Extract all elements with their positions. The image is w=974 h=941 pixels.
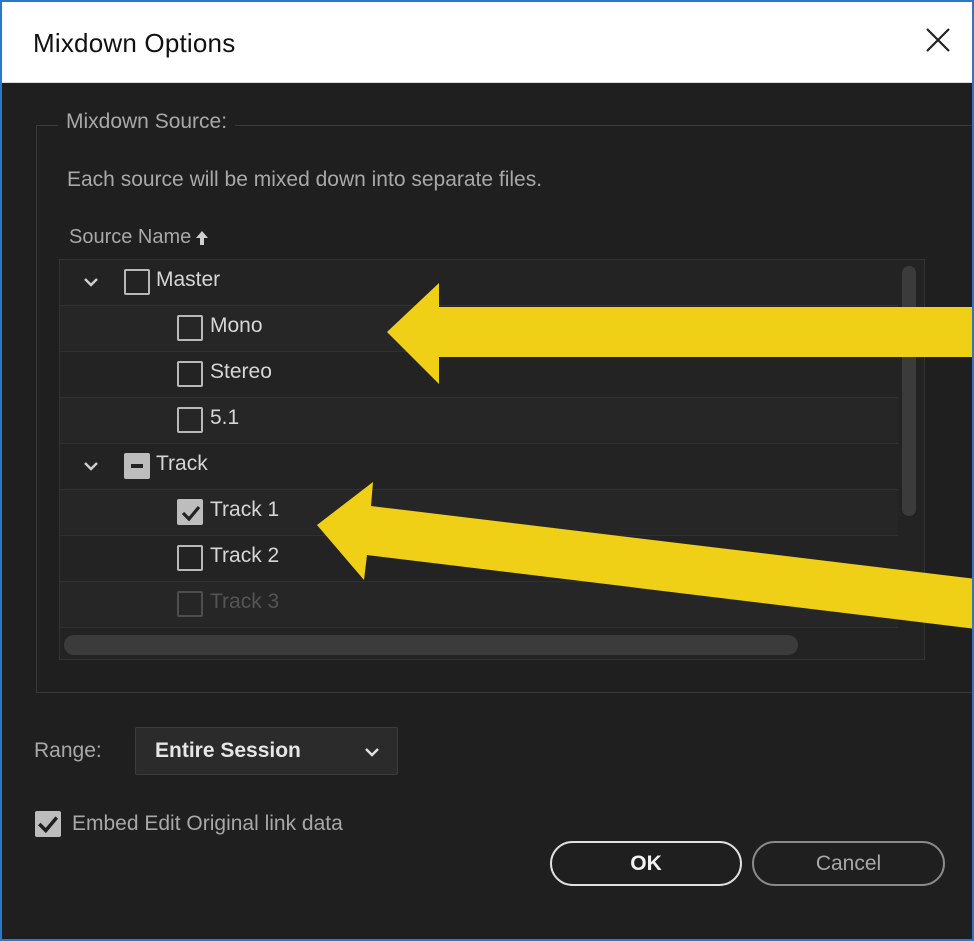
checkbox-mono[interactable]: [177, 315, 203, 341]
close-button[interactable]: [918, 20, 958, 60]
tree-row-mono[interactable]: Mono: [60, 306, 898, 352]
row-label-track-3: Track 3: [210, 590, 280, 613]
checkbox-track-1[interactable]: [177, 499, 203, 525]
tree-row-track[interactable]: Track: [60, 444, 898, 490]
chevron-down-icon[interactable]: [82, 457, 100, 475]
cancel-button[interactable]: Cancel: [752, 841, 945, 886]
checkmark-icon: [181, 505, 201, 522]
vertical-scrollbar-thumb[interactable]: [902, 266, 916, 516]
sort-ascending-icon: [196, 230, 209, 245]
row-label-5-1: 5.1: [210, 406, 240, 429]
tree-row-track-3[interactable]: Track 3: [60, 582, 898, 628]
column-header-label: Source Name: [69, 226, 192, 248]
row-label-track-1: Track 1: [210, 498, 280, 521]
embed-edit-original-checkbox[interactable]: [35, 811, 61, 837]
cancel-button-label: Cancel: [815, 851, 882, 875]
range-dropdown[interactable]: Entire Session: [135, 727, 398, 775]
ok-button[interactable]: OK: [550, 841, 742, 886]
checkbox-stereo[interactable]: [177, 361, 203, 387]
close-icon: [926, 28, 950, 52]
horizontal-scrollbar-thumb[interactable]: [64, 635, 798, 655]
checkmark-icon: [38, 816, 59, 834]
mixdown-description: Each source will be mixed down into sepa…: [67, 168, 543, 191]
row-label-track-2: Track 2: [210, 544, 280, 567]
embed-edit-original-label: Embed Edit Original link data: [72, 812, 343, 835]
chevron-down-icon[interactable]: [82, 273, 100, 291]
range-label: Range:: [34, 739, 102, 762]
checkbox-track[interactable]: [124, 453, 150, 479]
source-tree: Master Mono Stereo 5.1 Track Track 1 Tra…: [59, 259, 925, 660]
row-label-mono: Mono: [210, 314, 263, 337]
tree-row-stereo[interactable]: Stereo: [60, 352, 898, 398]
source-name-column-header[interactable]: Source Name: [69, 226, 209, 249]
checkbox-5-1[interactable]: [177, 407, 203, 433]
tree-row-5-1[interactable]: 5.1: [60, 398, 898, 444]
mixdown-options-dialog: Mixdown Options Mixdown Source: Each sou…: [0, 0, 974, 941]
checkbox-master[interactable]: [124, 269, 150, 295]
chevron-down-icon: [365, 748, 379, 757]
dialog-title: Mixdown Options: [33, 28, 236, 58]
checkbox-track-3[interactable]: [177, 591, 203, 617]
row-label-stereo: Stereo: [210, 360, 272, 383]
tree-row-track-2[interactable]: Track 2: [60, 536, 898, 582]
checkbox-track-2[interactable]: [177, 545, 203, 571]
tree-row-master[interactable]: Master: [60, 260, 898, 306]
row-label-track: Track: [156, 452, 208, 475]
mixdown-source-legend: Mixdown Source:: [58, 110, 236, 134]
tree-row-track-1[interactable]: Track 1: [60, 490, 898, 536]
title-bar: Mixdown Options: [2, 2, 972, 83]
row-label-master: Master: [156, 268, 221, 291]
ok-button-label: OK: [630, 851, 662, 875]
range-selected-value: Entire Session: [155, 739, 301, 762]
